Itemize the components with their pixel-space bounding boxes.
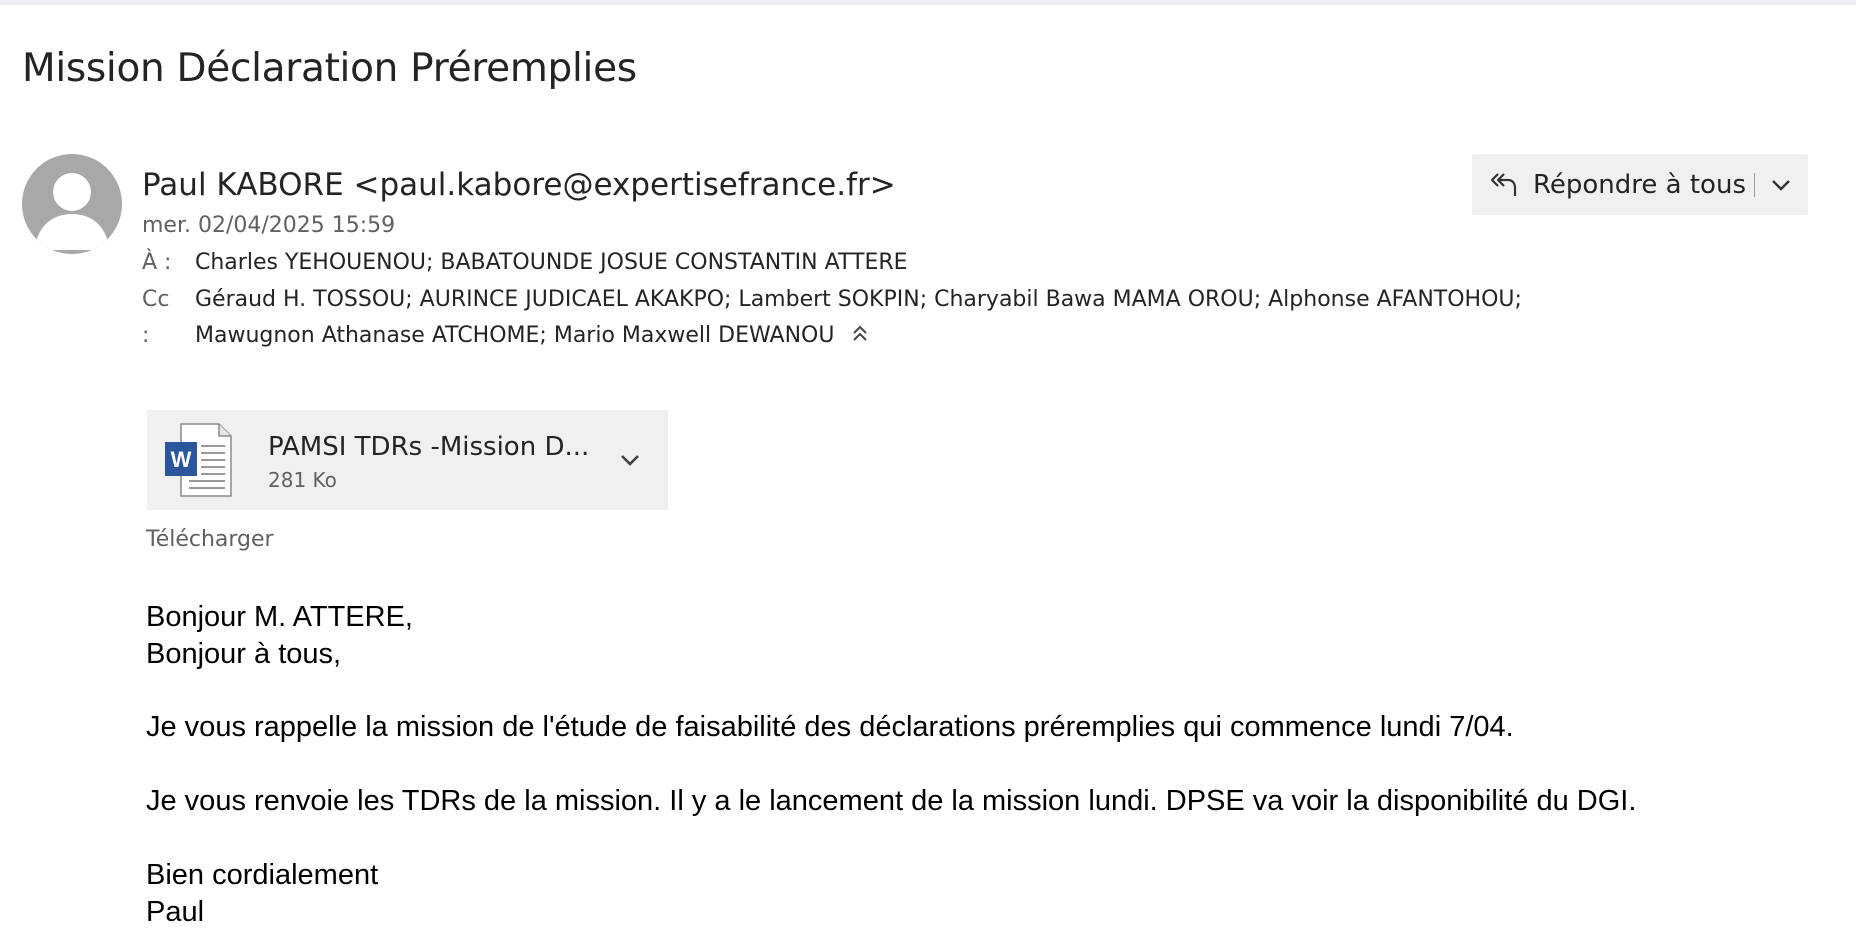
cc-label: Cc	[142, 287, 170, 312]
reply-all-button[interactable]: Répondre à tous	[1472, 154, 1808, 215]
body-line: Bonjour M. ATTERE,	[146, 601, 413, 633]
body-signature: Paul	[146, 896, 205, 928]
attachment-name: PAMSI TDRs -Mission D...	[268, 432, 590, 462]
to-recipients[interactable]: Charles YEHOUENOU; BABATOUNDE JOSUE CONS…	[195, 250, 908, 275]
email-subject: Mission Déclaration Préremplies	[22, 46, 637, 91]
download-link[interactable]: Télécharger	[146, 527, 274, 552]
reply-options-chevron-down-icon[interactable]	[1764, 168, 1798, 202]
sent-date: mer. 02/04/2025 15:59	[142, 213, 396, 238]
attachment-chevron-down-icon[interactable]	[613, 443, 647, 477]
body-line: Bien cordialement	[146, 859, 379, 891]
sender-avatar[interactable]	[22, 154, 122, 254]
cc-recipients-line-1[interactable]: Géraud H. TOSSOU; AURINCE JUDICAEL AKAKP…	[195, 287, 1522, 312]
body-line: Bonjour à tous,	[146, 638, 342, 670]
top-border	[0, 0, 1856, 5]
word-document-icon: W	[163, 422, 233, 503]
reply-all-label: Répondre à tous	[1533, 170, 1746, 200]
to-label: À :	[142, 250, 172, 275]
body-line: Je vous rappelle la mission de l'étude d…	[146, 711, 1514, 743]
cc-label-colon: :	[142, 323, 150, 348]
svg-text:W: W	[171, 447, 192, 472]
person-icon	[34, 173, 110, 250]
collapse-recipients-icon[interactable]	[851, 323, 869, 349]
cc-recipients-line-2-text[interactable]: Mawugnon Athanase ATCHOME; Mario Maxwell…	[195, 323, 834, 348]
sender-name[interactable]: Paul KABORE <paul.kabore@expertisefrance…	[142, 167, 896, 203]
attachment-size: 281 Ko	[268, 468, 337, 492]
body-line: Je vous renvoie les TDRs de la mission. …	[146, 785, 1637, 817]
cc-recipients-line-2[interactable]: Mawugnon Athanase ATCHOME; Mario Maxwell…	[195, 323, 869, 349]
reply-all-icon	[1488, 170, 1518, 205]
attachment-card[interactable]: W PAMSI TDRs -Mission D... 281 Ko	[147, 410, 668, 510]
reply-divider	[1754, 173, 1755, 197]
